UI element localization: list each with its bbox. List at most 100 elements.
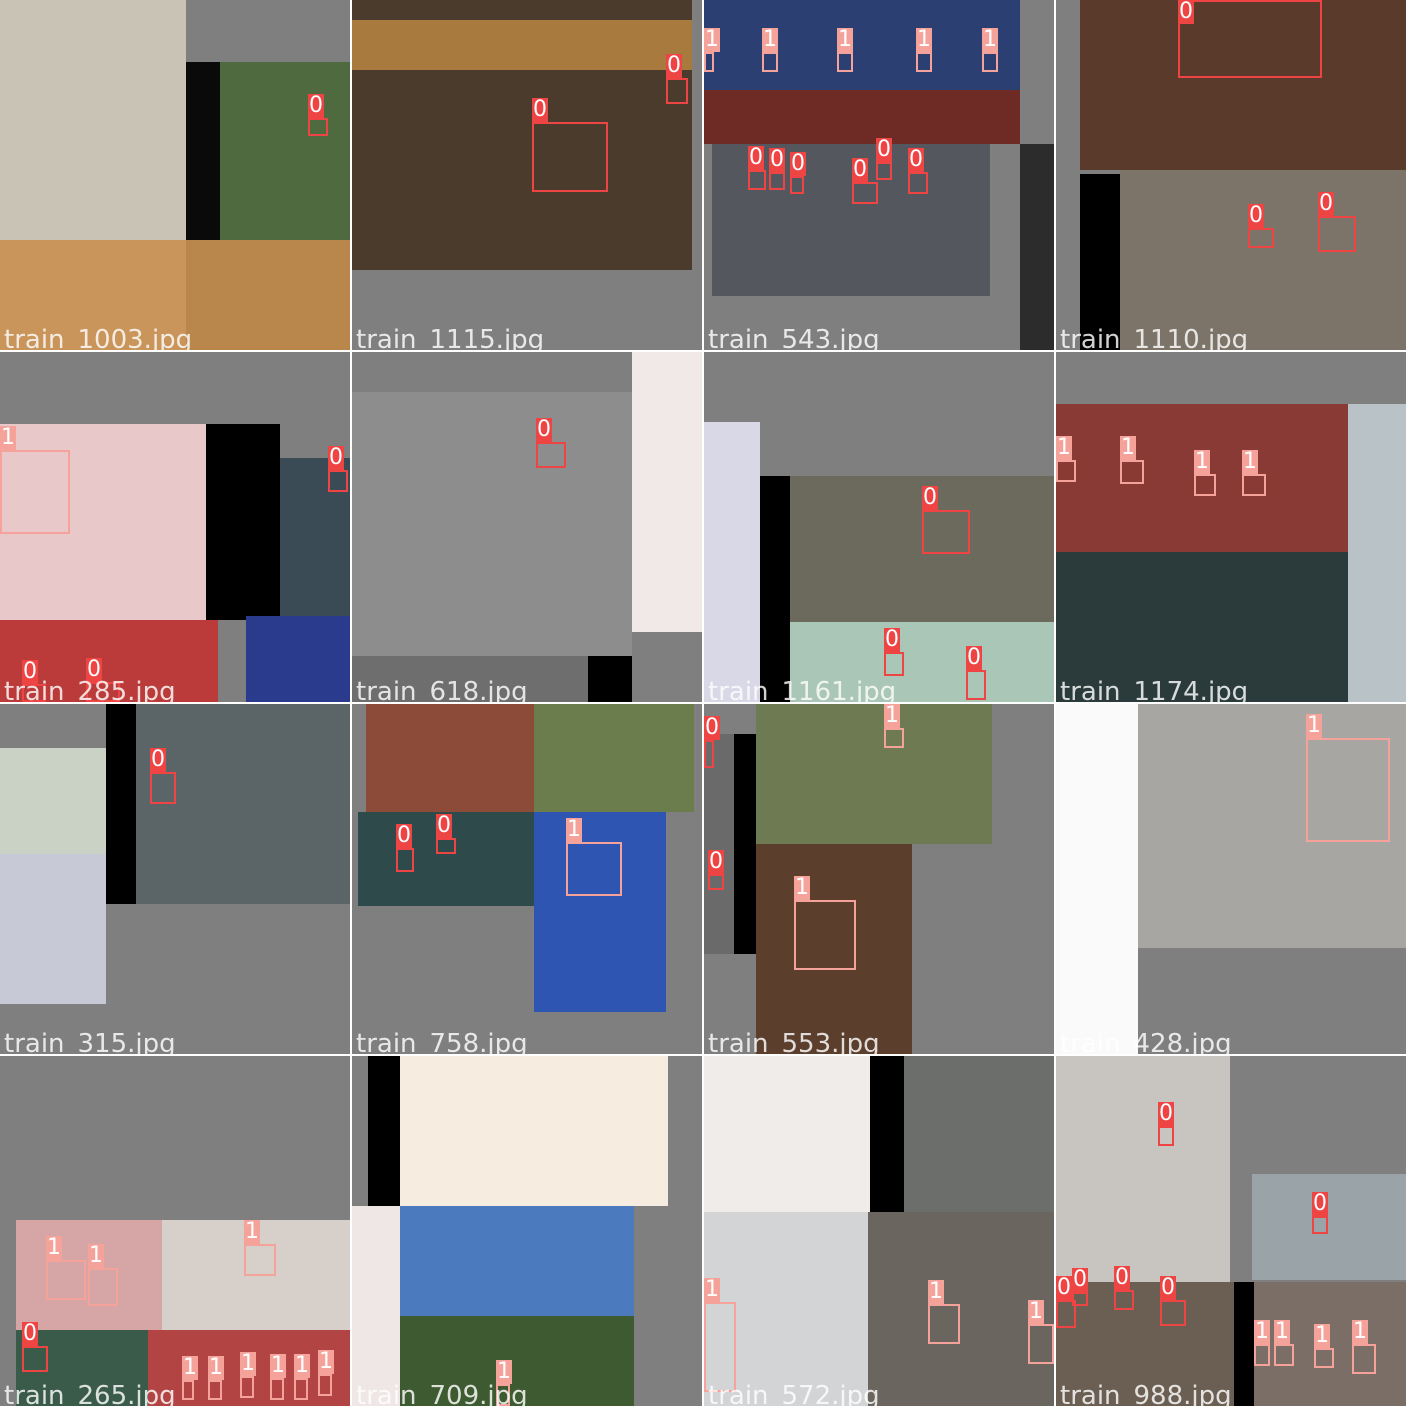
photo-region [704, 1056, 870, 1212]
filename-label: train_1174.jpg [1060, 677, 1249, 702]
class-label: 1 [837, 27, 853, 52]
class-label: 1 [762, 27, 778, 52]
photo-region [400, 1056, 668, 1206]
bounding-box [1056, 460, 1076, 482]
image-tile: 0 0 train_1115.jpg [352, 0, 702, 350]
bounding-box [1318, 216, 1356, 252]
bounding-box [794, 900, 856, 970]
photo-region [704, 90, 1020, 144]
photo-region [1120, 170, 1406, 350]
class-label: 0 [922, 485, 938, 510]
filename-label: train_1161.jpg [708, 677, 897, 702]
image-tile: 0 0 0 0 0 0 1 1 1 1 train_988.jpg [1056, 1056, 1406, 1406]
image-tile: 1 0 0 0 train_285.jpg [0, 352, 350, 702]
class-label: 0 [1056, 1275, 1072, 1300]
bounding-box [876, 162, 892, 180]
bounding-box [1274, 1344, 1294, 1366]
class-label: 0 [436, 813, 452, 838]
class-label: 0 [1072, 1267, 1088, 1292]
image-tile: 1 1 1 train_572.jpg [704, 1056, 1054, 1406]
class-label: 1 [46, 1235, 62, 1260]
class-label: 1 [794, 875, 810, 900]
photo-region [106, 704, 136, 904]
photo-region [0, 854, 106, 1004]
bounding-box [837, 52, 853, 72]
filename-label: train_285.jpg [4, 677, 176, 702]
image-tile: 1 train_428.jpg [1056, 704, 1406, 1054]
class-label: 0 [1248, 203, 1264, 228]
filename-label: train_572.jpg [708, 1381, 880, 1406]
bounding-box [666, 78, 688, 104]
bounding-box [1160, 1300, 1186, 1326]
bounding-box [22, 1346, 48, 1372]
class-label: 1 [1028, 1299, 1044, 1324]
image-tile: 1 1 1 0 1 1 1 1 1 1 train_265.jpg [0, 1056, 350, 1406]
bounding-box [208, 1380, 222, 1400]
image-tile: 1 train_709.jpg [352, 1056, 702, 1406]
bounding-box [328, 470, 348, 492]
photo-region [352, 392, 632, 656]
class-label: 0 [876, 137, 892, 162]
image-tile: 0 0 0 train_1161.jpg [704, 352, 1054, 702]
class-label: 1 [270, 1353, 286, 1378]
image-tile: 1 1 1 1 train_1174.jpg [1056, 352, 1406, 702]
photo-region [1056, 1056, 1230, 1282]
bounding-box [46, 1260, 86, 1300]
image-tile: 0 0 1 train_758.jpg [352, 704, 702, 1054]
class-label: 0 [536, 417, 552, 442]
photo-region [904, 1056, 1054, 1212]
bounding-box [1352, 1344, 1376, 1374]
bounding-box [182, 1380, 194, 1400]
photo-region [760, 476, 790, 702]
bounding-box [396, 848, 414, 872]
bounding-box [884, 728, 904, 748]
photo-region [1056, 704, 1138, 1054]
image-tile: 0 train_315.jpg [0, 704, 350, 1054]
image-tile: 0 0 1 1 train_553.jpg [704, 704, 1054, 1054]
class-label: 1 [1254, 1319, 1270, 1344]
bounding-box [1254, 1344, 1270, 1366]
filename-label: train_1003.jpg [4, 325, 193, 350]
bounding-box [922, 510, 970, 554]
filename-label: train_428.jpg [1060, 1029, 1232, 1054]
class-label: 1 [0, 425, 16, 450]
class-label: 1 [566, 817, 582, 842]
bounding-box [1178, 0, 1322, 78]
bounding-box [566, 842, 622, 896]
image-tile: 0 train_618.jpg [352, 352, 702, 702]
bounding-box [1028, 1324, 1054, 1364]
photo-region [1234, 1282, 1254, 1406]
class-label: 1 [982, 27, 998, 52]
photo-region [352, 20, 692, 70]
class-label: 0 [1158, 1101, 1174, 1126]
bounding-box [704, 740, 714, 768]
photo-region [1348, 404, 1406, 702]
bounding-box [270, 1378, 284, 1400]
class-label: 1 [704, 27, 720, 52]
bounding-box [1120, 460, 1144, 484]
bounding-box [1194, 474, 1216, 496]
filename-label: train_988.jpg [1060, 1381, 1232, 1406]
bounding-box [436, 838, 456, 854]
class-label: 0 [666, 53, 682, 78]
bounding-box [150, 772, 176, 804]
photo-region [136, 704, 350, 904]
bounding-box [852, 182, 878, 204]
bounding-box [1312, 1216, 1328, 1234]
photo-region [734, 734, 756, 954]
class-label: 1 [1352, 1319, 1368, 1344]
photo-region [870, 1056, 904, 1212]
photo-region [1252, 1174, 1406, 1280]
filename-label: train_543.jpg [708, 325, 880, 350]
class-label: 1 [1314, 1323, 1330, 1348]
class-label: 0 [1312, 1191, 1328, 1216]
photo-region [756, 704, 992, 844]
class-label: 0 [1160, 1275, 1176, 1300]
bounding-box [0, 450, 70, 534]
class-label: 0 [396, 823, 412, 848]
class-label: 1 [1306, 713, 1322, 738]
class-label: 1 [1274, 1319, 1290, 1344]
class-label: 0 [748, 145, 764, 170]
bounding-box [532, 122, 608, 192]
photo-region [366, 704, 534, 812]
